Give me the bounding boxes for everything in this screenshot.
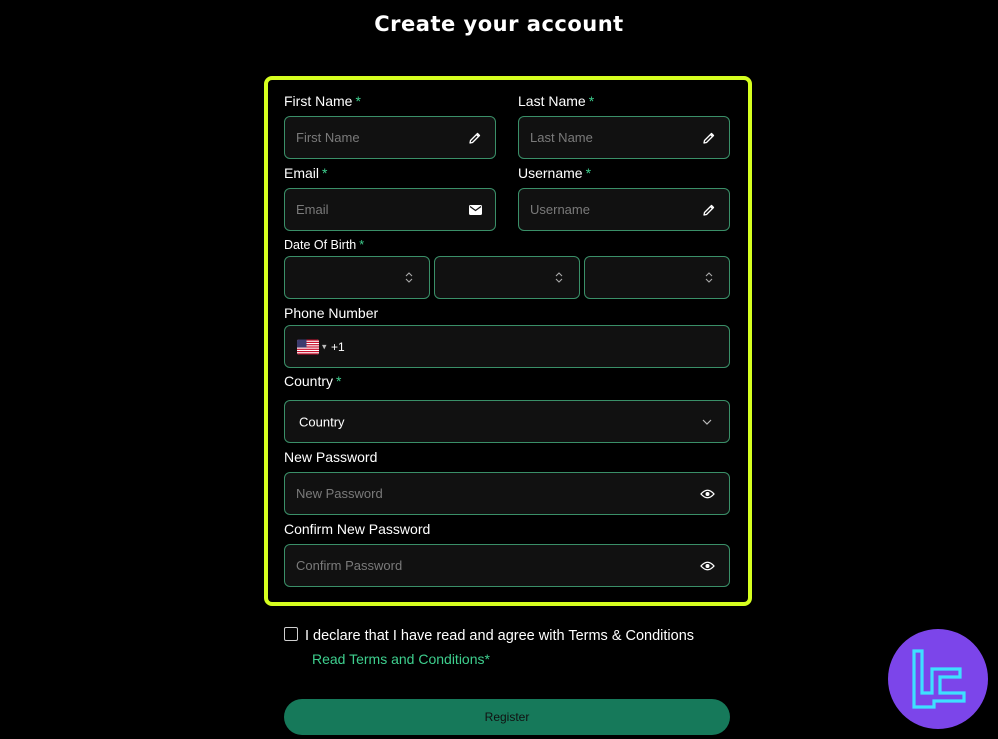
country-label: Country *: [284, 373, 342, 389]
sort-arrows-icon: [551, 270, 567, 286]
register-button[interactable]: Register: [284, 699, 730, 735]
read-terms-link[interactable]: Read Terms and Conditions*: [312, 651, 490, 667]
logo-icon: [912, 649, 966, 709]
first-name-field[interactable]: [284, 116, 496, 159]
username-field[interactable]: [518, 188, 730, 231]
terms-checkbox[interactable]: [284, 627, 298, 641]
eye-icon[interactable]: [699, 486, 715, 502]
email-field[interactable]: [284, 188, 496, 231]
dob-month-select[interactable]: [434, 256, 580, 299]
country-select[interactable]: Country: [284, 400, 730, 443]
pencil-icon: [467, 130, 483, 146]
confirm-password-input[interactable]: [285, 545, 729, 586]
first-name-input[interactable]: [285, 117, 495, 158]
email-input[interactable]: [285, 189, 495, 230]
eye-icon[interactable]: [699, 558, 715, 574]
page-title: Create your account: [374, 12, 624, 36]
phone-input[interactable]: [285, 326, 729, 367]
email-label: Email *: [284, 165, 328, 181]
phone-field[interactable]: ▾ +1: [284, 325, 730, 368]
phone-label: Phone Number: [284, 305, 379, 321]
sort-arrows-icon: [701, 270, 717, 286]
new-password-input[interactable]: [285, 473, 729, 514]
envelope-icon: [467, 202, 483, 218]
pencil-icon: [701, 202, 717, 218]
dob-label: Date Of Birth *: [284, 238, 365, 252]
chevron-down-icon: [699, 414, 715, 430]
watermark-logo: [888, 629, 988, 729]
last-name-label: Last Name *: [518, 93, 595, 109]
pencil-icon: [701, 130, 717, 146]
last-name-field[interactable]: [518, 116, 730, 159]
confirm-password-label: Confirm New Password: [284, 521, 431, 537]
username-label: Username *: [518, 165, 592, 181]
new-password-label: New Password: [284, 449, 378, 465]
username-input[interactable]: [519, 189, 729, 230]
sort-arrows-icon: [401, 270, 417, 286]
terms-declaration: I declare that I have read and agree wit…: [305, 628, 695, 644]
confirm-password-field[interactable]: [284, 544, 730, 587]
first-name-label: First Name *: [284, 93, 361, 109]
last-name-input[interactable]: [519, 117, 729, 158]
new-password-field[interactable]: [284, 472, 730, 515]
dob-year-select[interactable]: [584, 256, 730, 299]
country-selected-value: Country: [299, 414, 345, 429]
dob-day-select[interactable]: [284, 256, 430, 299]
